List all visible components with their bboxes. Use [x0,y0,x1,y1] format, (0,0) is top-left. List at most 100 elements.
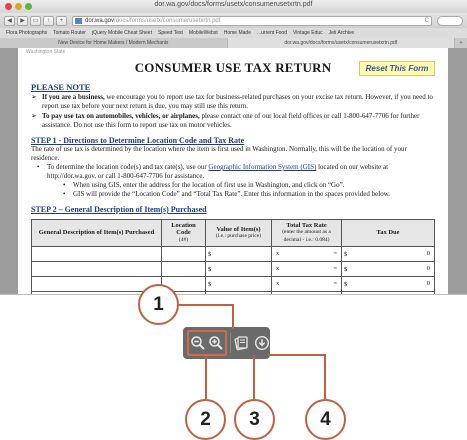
value-input[interactable]: $ [205,246,272,262]
tax-rate-input[interactable]: x= [271,261,342,277]
step1-bullet-pre: To determine the location code(s) and ta… [47,163,209,171]
description-input[interactable] [31,261,162,277]
hud-divider [230,333,231,353]
dollar-sign: $ [344,265,348,273]
open-in-preview-icon [234,336,248,351]
callout-1-leader [179,304,233,306]
items-table: General Description of Item(s) Purchased… [31,219,435,294]
table-row: $ x= $0 [31,276,435,292]
sidebar-icon: ▭ [32,17,39,24]
bookmark-item[interactable]: Jeti Archive [329,30,355,36]
col-tax-rate-sub: (enter the amount as a decimal - i.e.: 0… [282,229,331,243]
tab-bar: New Device for Home Makers / Modern Mech… [0,38,467,48]
gis-link[interactable]: Geographic Information System (GIS) [208,163,316,171]
callout-2: 2 [185,399,226,440]
address-bar[interactable]: dor.wa.gov/docs/forms/usetx/consumeruset… [72,15,432,26]
equals-sign: = [333,265,337,272]
value-input[interactable]: $ [205,276,272,292]
col-value: Value of Item(s) (i.e.: purchase price) [205,219,272,247]
share-icon: ↑ [47,17,50,24]
callout-4-leader-bend [268,354,326,356]
browser-toolbar: ◀ ▶ ▭ ↑ + dor.wa.gov/docs/forms/usetx/co… [0,13,467,28]
dollar-sign: $ [208,280,212,288]
window-title: dor.wa.gov/docs/forms/usetx/consumeruset… [154,1,313,8]
new-tab-button[interactable]: + [455,38,467,48]
tax-due-value: 0 [426,265,430,272]
description-input[interactable] [31,246,162,262]
bookmark-item[interactable]: ...urrent Food [257,30,287,36]
step2-heading: STEP 2 – General Description of Item(s) … [31,205,207,214]
tax-due-cell: $0 [341,261,435,277]
zoom-in-button[interactable] [208,335,224,351]
col-location-code-label: Location Code [171,221,196,237]
bullet-icon: • [63,181,66,189]
dollar-sign: $ [344,280,348,288]
callout-4-leader [324,355,326,401]
col-description: General Description of Item(s) Purchased [31,219,162,247]
col-tax-rate: Total Tax Rate (enter the amount as a dec… [271,219,342,247]
download-button[interactable] [254,335,270,351]
bookmark-item[interactable]: Flora Photographs [6,30,47,36]
equals-sign: = [333,250,337,257]
sidebar-button[interactable]: ▭ [30,15,41,26]
table-header-row: General Description of Item(s) Purchased… [31,219,435,247]
note-business: ➢ If you are a business, we encourage yo… [31,93,435,111]
table-row: $ x= $0 [31,291,435,294]
tax-due-cell: $0 [341,246,435,262]
callout-1-leader-drop [232,304,234,329]
reset-form-button[interactable]: Reset This Form [359,61,435,76]
tax-rate-input[interactable]: x= [271,276,342,292]
bookmarks-bar: Flora Photographs Tomato Router jQuery M… [0,28,467,38]
bookmark-item[interactable]: Home Made [224,30,251,36]
open-in-preview-button[interactable] [234,335,249,351]
arrow-bullet-icon: ➢ [31,112,37,120]
step1-subbullet: • When using GIS, enter the address for … [63,181,435,190]
callout-1: 1 [138,284,179,325]
times-sign: x [276,280,280,287]
address-domain: dor.wa.gov [85,17,115,24]
back-button[interactable]: ◀ [4,15,15,26]
zoom-out-button[interactable] [190,335,206,351]
bookmark-item[interactable]: Speed Test [158,30,183,36]
tax-due-cell: $0 [341,276,435,292]
table-row: $ x= $0 [31,261,435,277]
pdf-viewport[interactable]: Washington State CONSUMER USE TAX RETURN… [0,48,467,294]
bookmark-item[interactable]: Vintage Educ [293,30,323,36]
col-location-code: Location Code (4#) [161,219,206,247]
tax-due-value: 0 [426,250,430,257]
dollar-sign: $ [208,250,212,258]
forward-button[interactable]: ▶ [17,15,28,26]
times-sign: x [276,265,280,272]
location-code-input[interactable] [161,246,206,262]
description-input[interactable] [31,276,162,292]
zoom-in-icon [209,336,223,350]
tax-rate-input[interactable]: x= [271,246,342,262]
tax-rate-input[interactable]: x= [271,291,342,294]
value-input[interactable]: $ [205,261,272,277]
address-path: /docs/forms/usetx/consumerusetxrtn.pdf [114,17,221,24]
callout-4: 4 [305,399,346,440]
col-location-code-sub: (4#) [178,236,189,243]
bookmark-item[interactable]: Tomato Router [53,30,86,36]
add-bookmark-button[interactable]: + [56,15,67,26]
share-button[interactable]: ↑ [43,15,54,26]
dollar-sign: $ [208,265,212,273]
step1-subbullet-text: When using GIS, enter the address for th… [73,181,345,189]
tab-consumer-use-tax[interactable]: dor.wa.gov/docs/forms/usetx/consumeruset… [227,38,455,48]
favicon-icon [75,17,82,24]
tab-modern-mechanix[interactable]: New Device for Home Makers / Modern Mech… [0,38,228,48]
col-value-label: Value of Item(s) [216,225,261,233]
search-field[interactable] [437,15,463,26]
value-input[interactable]: $ [205,291,272,294]
step1-heading: STEP 1 - Directions to Determine Locatio… [31,136,245,145]
callout-2-leader [205,356,207,401]
bookmark-item[interactable]: jQuery Mobile Cheat Sheet [92,30,152,36]
zoom-controls-group [187,330,228,356]
step1-bullet: • To determine the location code(s) and … [37,163,435,181]
reload-icon[interactable]: C [425,17,429,25]
step1-subbullet-text: GIS will provide the “Location Code” and… [73,190,391,198]
bookmark-item[interactable]: MobileWebst [189,30,218,36]
callout-3: 3 [234,399,275,440]
callout-3-leader [253,355,255,401]
location-code-input[interactable] [161,261,206,277]
